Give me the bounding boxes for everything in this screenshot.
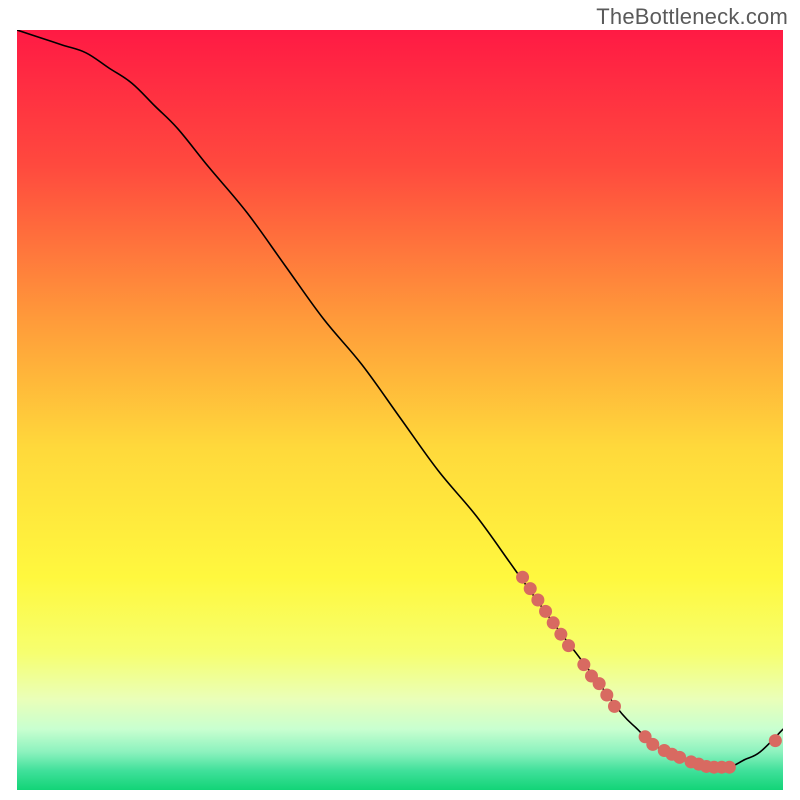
highlight-dot [524,582,537,595]
highlight-dots [516,571,782,774]
highlight-dot [608,700,621,713]
highlight-dot [562,639,575,652]
plot-area [17,30,783,790]
highlight-dot [577,658,590,671]
highlight-dot [769,734,782,747]
chart-stage: TheBottleneck.com [0,0,800,800]
highlight-dot [547,616,560,629]
highlight-dot [600,689,613,702]
highlight-dot [531,594,544,607]
highlight-dot [539,605,552,618]
highlight-dot [723,761,736,774]
highlight-dot [554,628,567,641]
marker-layer [17,30,783,790]
highlight-dot [673,751,686,764]
watermark-text: TheBottleneck.com [596,4,788,30]
highlight-dot [516,571,529,584]
highlight-dot [646,738,659,751]
highlight-dot [593,677,606,690]
